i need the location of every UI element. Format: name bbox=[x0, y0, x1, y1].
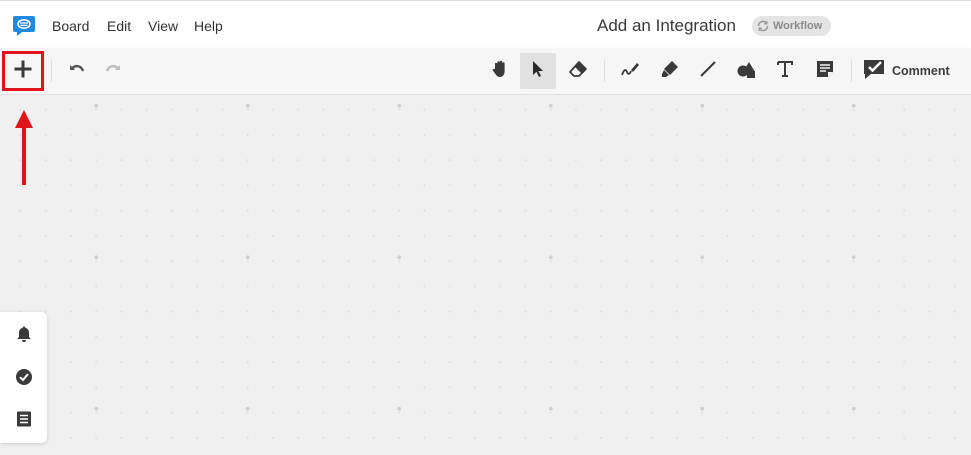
menu-bar: Board Edit View Help Add an Integration … bbox=[0, 0, 971, 48]
text-tool-button[interactable] bbox=[767, 53, 803, 89]
text-icon bbox=[775, 59, 795, 84]
bell-icon bbox=[15, 325, 33, 348]
pen-tool-button[interactable] bbox=[612, 53, 648, 89]
toolbar-divider bbox=[604, 60, 605, 82]
workflow-badge[interactable]: Workflow bbox=[752, 16, 831, 36]
workflow-cycle-icon bbox=[756, 19, 770, 33]
workflow-badge-label: Workflow bbox=[773, 20, 823, 32]
undo-button[interactable] bbox=[58, 53, 94, 89]
shape-tool-button[interactable] bbox=[728, 53, 764, 89]
sticky-note-icon bbox=[815, 59, 835, 84]
plus-icon bbox=[13, 59, 33, 84]
list-icon bbox=[15, 410, 33, 433]
shapes-icon bbox=[736, 59, 756, 84]
whiteboard-canvas[interactable] bbox=[0, 95, 971, 455]
toolbar: Comment bbox=[0, 48, 971, 95]
eraser-tool-button[interactable] bbox=[560, 53, 596, 89]
tasks-button[interactable] bbox=[11, 366, 37, 392]
hand-pan-icon bbox=[490, 59, 510, 84]
line-icon bbox=[698, 59, 718, 84]
select-tool-button[interactable] bbox=[520, 53, 556, 89]
outline-button[interactable] bbox=[11, 408, 37, 434]
hand-tool-button[interactable] bbox=[482, 53, 518, 89]
freehand-pen-icon bbox=[620, 59, 640, 84]
highlighter-tool-button[interactable] bbox=[652, 53, 688, 89]
comment-button-label: Comment bbox=[892, 64, 950, 78]
toolbar-divider bbox=[51, 60, 52, 82]
highlighter-icon bbox=[660, 59, 680, 84]
menu-help[interactable]: Help bbox=[194, 17, 223, 35]
redo-icon bbox=[104, 59, 124, 84]
toolbar-divider bbox=[851, 60, 852, 82]
side-panel bbox=[0, 312, 47, 443]
menu-view[interactable]: View bbox=[148, 17, 178, 35]
annotation-arrow-icon bbox=[12, 108, 36, 186]
chat-bubble-logo-icon[interactable] bbox=[12, 15, 36, 37]
add-button[interactable] bbox=[5, 53, 41, 89]
redo-button[interactable] bbox=[96, 53, 132, 89]
board-title[interactable]: Add an Integration bbox=[597, 15, 736, 37]
comment-button[interactable]: Comment bbox=[862, 58, 958, 84]
menu-edit[interactable]: Edit bbox=[107, 17, 131, 35]
check-circle-icon bbox=[15, 368, 33, 391]
select-cursor-icon bbox=[528, 59, 548, 84]
sticky-note-tool-button[interactable] bbox=[807, 53, 843, 89]
undo-icon bbox=[66, 59, 86, 84]
comment-check-icon bbox=[862, 58, 886, 85]
menu-board[interactable]: Board bbox=[52, 17, 89, 35]
line-tool-button[interactable] bbox=[690, 53, 726, 89]
eraser-icon bbox=[568, 59, 588, 84]
notifications-button[interactable] bbox=[11, 323, 37, 349]
